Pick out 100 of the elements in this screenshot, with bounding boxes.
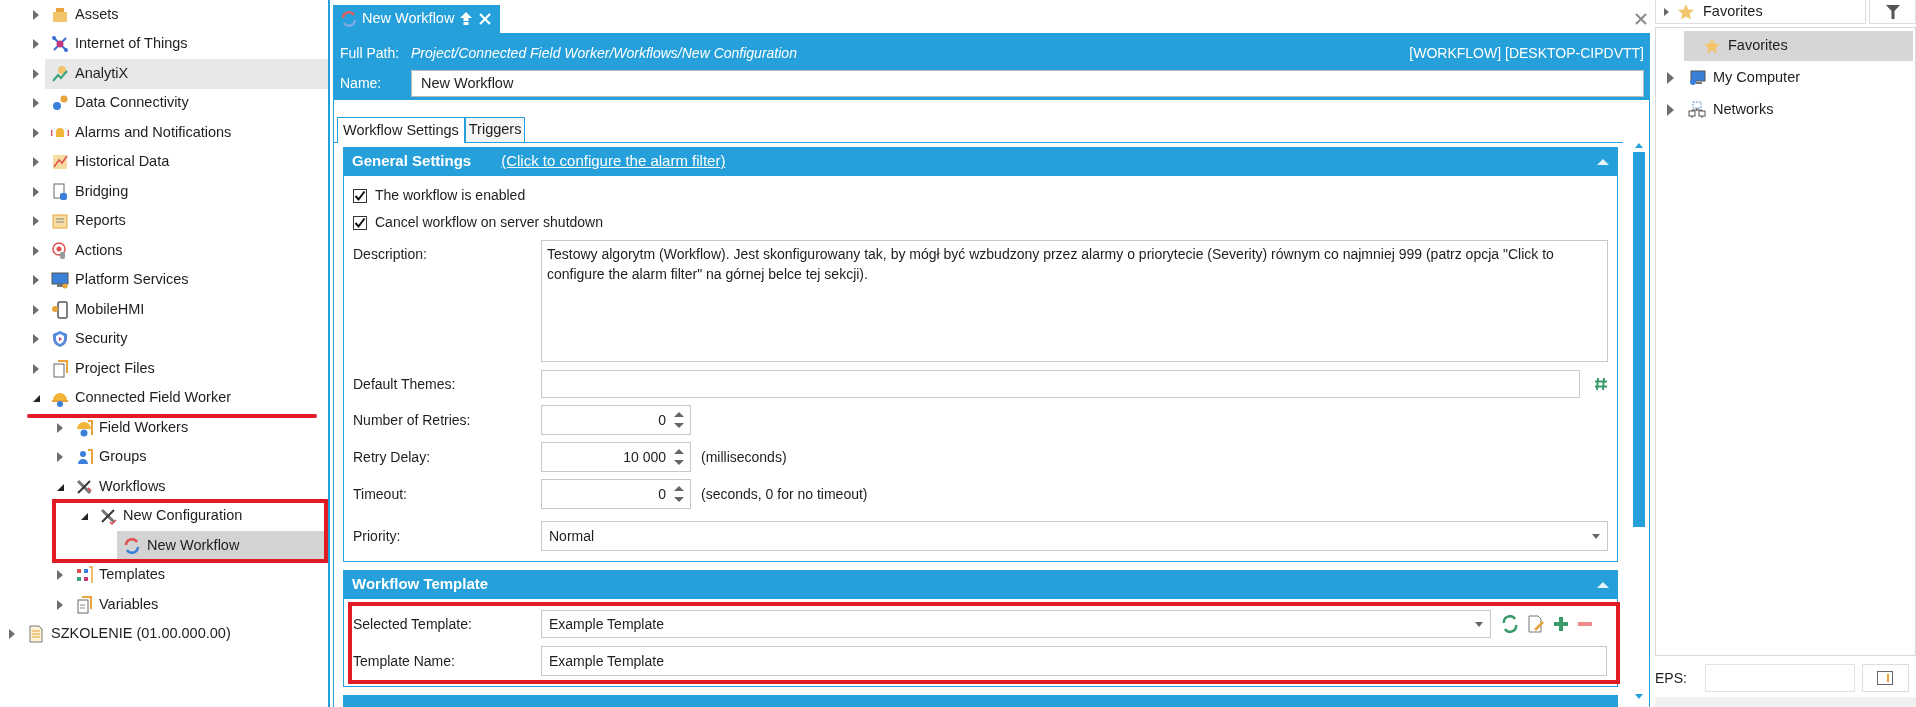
panel-button[interactable] — [1861, 664, 1909, 692]
refresh-icon — [123, 536, 141, 555]
star-icon — [1703, 37, 1721, 55]
dropdown[interactable]: Example Template — [541, 610, 1491, 638]
expander-icon — [1664, 7, 1669, 16]
user-icon — [75, 448, 93, 467]
document-icon — [51, 182, 69, 201]
field-label: EPS: — [1655, 668, 1687, 688]
checkbox-label: Cancel workflow on server shutdown — [375, 213, 603, 232]
tree-item[interactable]: Platform Services — [45, 265, 328, 295]
chart-icon — [51, 153, 69, 172]
tree-item[interactable]: Favorites — [1684, 31, 1913, 61]
spin-arrows-icon[interactable] — [674, 447, 684, 467]
target-icon — [51, 241, 69, 260]
text-field[interactable]: Example Template — [541, 646, 1607, 676]
field-label: Name: — [340, 74, 383, 93]
tree-item[interactable]: AnalytiX — [45, 59, 328, 89]
tree-item[interactable]: Project Files — [45, 354, 328, 384]
number-field[interactable]: 10 000 — [541, 442, 691, 472]
refresh-icon[interactable] — [1501, 615, 1519, 633]
file-icon — [75, 595, 93, 614]
scroll-up-icon[interactable] — [1635, 143, 1643, 148]
tools-icon — [99, 507, 117, 526]
tree-item[interactable]: Historical Data — [45, 147, 328, 177]
path-text: Project/Connected Field Worker/Workflows/New Configuration — [411, 43, 797, 63]
section-title: General Settings — [352, 151, 472, 172]
identity-text: [WORKFLOW] [DESKTOP-CIPDVTT] — [1409, 43, 1644, 63]
monitor-icon — [51, 271, 69, 290]
network-nodes-icon — [51, 35, 69, 54]
dropdown-caret-icon[interactable] — [1592, 533, 1600, 539]
close-icon[interactable] — [1635, 13, 1647, 25]
computer-icon — [1688, 69, 1706, 87]
panel-icon — [1877, 671, 1894, 685]
name-field[interactable]: New Workflow — [411, 70, 1644, 97]
field-label: Default Themes: — [353, 374, 457, 394]
filter-icon — [1885, 4, 1900, 19]
field-label: Description: — [353, 245, 428, 264]
tree-item[interactable]: MobileHMI — [45, 295, 328, 325]
file-icon — [51, 359, 69, 378]
plus-icon[interactable] — [1553, 616, 1569, 632]
helmet-icon — [75, 418, 93, 437]
unit-label: (seconds, 0 for no timeout) — [701, 484, 868, 504]
field-label: Number of Retries: — [353, 410, 472, 430]
field-label: Timeout: — [353, 484, 408, 504]
gears-icon — [51, 94, 69, 113]
building-icon — [51, 5, 69, 24]
favorites-dropdown[interactable]: Favorites — [1655, 0, 1866, 24]
tab[interactable]: Triggers — [464, 117, 526, 142]
collapse-icon[interactable] — [1597, 580, 1609, 589]
number-field[interactable]: 0 — [541, 479, 691, 509]
collapse-icon[interactable] — [1597, 157, 1609, 166]
tree-item[interactable]: Reports — [45, 206, 328, 236]
refresh-icon — [341, 11, 357, 27]
tree-item[interactable]: Actions — [45, 236, 328, 266]
diagram-icon — [75, 566, 93, 585]
field-label: Priority: — [353, 526, 402, 546]
network-icon — [1688, 101, 1706, 119]
text-field[interactable] — [541, 370, 1580, 398]
checkbox[interactable] — [353, 215, 367, 230]
tree-item[interactable]: Groups — [69, 442, 328, 472]
check-icon — [354, 216, 366, 229]
scrollbar-thumb[interactable] — [1633, 152, 1645, 527]
description-field[interactable]: Testowy algorytm (Workflow). Jest skonfigurowany tak, by mógł być wzbudzony przez alarmy o priorytecie (Severity) równym co najmniej 999 (patrz opcja "Click to configure the alarm filter" na górnej belce tej sekcji). — [541, 240, 1608, 362]
tree-item[interactable]: Assets — [45, 0, 328, 30]
pin-icon[interactable] — [459, 11, 474, 27]
shield-icon — [51, 330, 69, 349]
tree-item[interactable]: Templates — [69, 560, 328, 590]
checkbox-label: The workflow is enabled — [375, 186, 526, 205]
spin-arrows-icon[interactable] — [674, 484, 684, 504]
field-label: Full Path: — [340, 43, 401, 63]
tree-item[interactable]: Connected Field Worker — [45, 383, 328, 413]
field-label: Retry Delay: — [353, 447, 432, 467]
tools-icon — [75, 477, 93, 496]
tree-item[interactable]: Security — [45, 324, 328, 354]
unit-label: (milliseconds) — [701, 447, 787, 467]
checkbox[interactable] — [353, 188, 367, 203]
eps-field[interactable] — [1704, 664, 1855, 692]
dropdown[interactable]: Normal — [541, 521, 1608, 551]
field-label: Selected Template: — [353, 614, 473, 634]
tree-item[interactable]: Bridging — [45, 177, 328, 207]
tree-item[interactable]: Networks — [1684, 95, 1913, 125]
tree-item[interactable]: Internet of Things — [45, 29, 328, 59]
tree-item[interactable]: My Computer — [1684, 63, 1913, 93]
document-icon — [27, 625, 45, 644]
tree-item[interactable]: Alarms and Notifications — [45, 118, 328, 148]
hash-icon[interactable] — [1594, 377, 1608, 391]
scroll-down-icon[interactable] — [1635, 694, 1643, 699]
tab[interactable]: Workflow Settings — [337, 117, 465, 143]
tree-item[interactable]: Variables — [69, 590, 328, 620]
spin-arrows-icon[interactable] — [674, 410, 684, 430]
check-icon — [354, 189, 366, 202]
tree-item[interactable]: Data Connectivity — [45, 88, 328, 118]
tree-item[interactable]: SZKOLENIE (01.00.000.00) — [21, 619, 328, 649]
tree-item[interactable]: Field Workers — [69, 413, 328, 443]
number-field[interactable]: 0 — [541, 405, 691, 435]
section-title: Workflow Template — [352, 574, 489, 595]
tree-item[interactable]: New Configuration — [93, 501, 328, 531]
dropdown-caret-icon[interactable] — [1475, 621, 1483, 627]
filter-button[interactable] — [1869, 0, 1916, 24]
tree-item[interactable]: Workflows — [69, 472, 328, 502]
